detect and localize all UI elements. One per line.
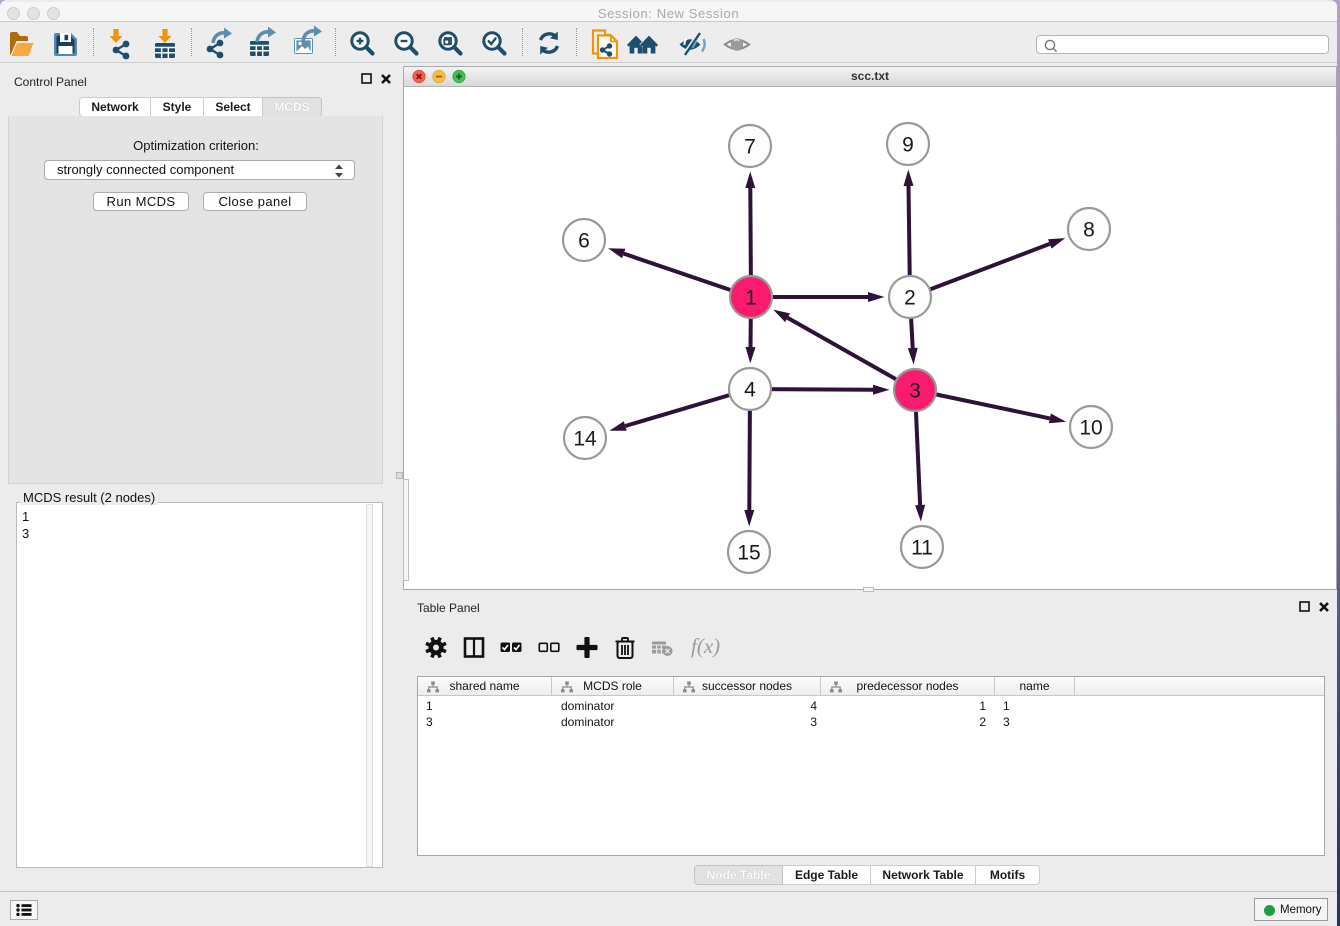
svg-text:1: 1 [745, 287, 757, 310]
svg-text:6: 6 [578, 230, 590, 253]
svg-text:3: 3 [909, 380, 921, 403]
svg-text:7: 7 [744, 136, 756, 159]
svg-text:15: 15 [737, 542, 760, 565]
svg-text:4: 4 [744, 379, 756, 402]
svg-text:11: 11 [911, 537, 933, 560]
svg-text:14: 14 [573, 428, 597, 451]
svg-text:10: 10 [1079, 417, 1102, 440]
svg-text:2: 2 [904, 287, 916, 310]
svg-text:8: 8 [1083, 219, 1095, 242]
svg-text:9: 9 [902, 134, 914, 157]
